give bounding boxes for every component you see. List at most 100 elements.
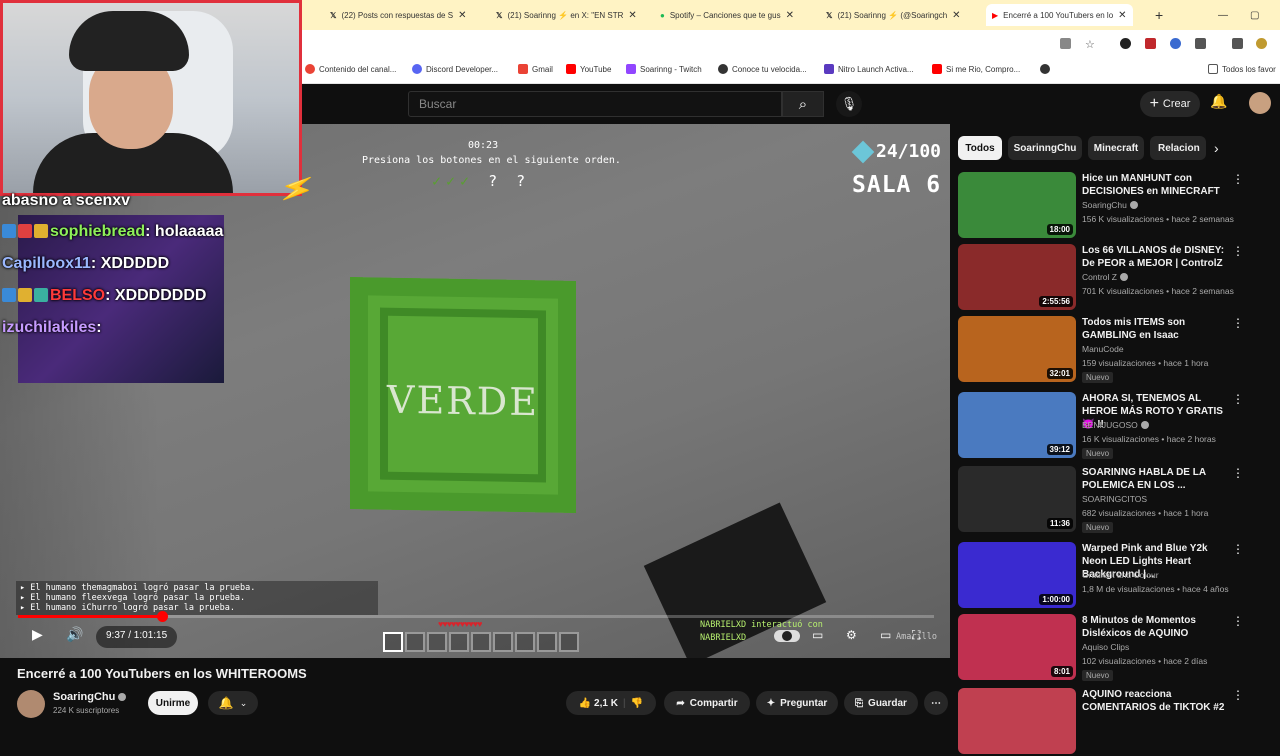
more-actions-button[interactable]: ⋯ <box>924 691 948 715</box>
browser-tab[interactable]: 𝕏 (21) Soarinng ⚡ (@Soaringch ✕ <box>826 4 961 26</box>
channel-name[interactable]: SoaringChu <box>53 691 127 703</box>
profile-icon[interactable] <box>1256 38 1267 49</box>
bookmark[interactable]: Si me Rio, Compro... <box>932 64 1020 74</box>
more-options-icon[interactable]: ⋮ <box>1232 244 1244 258</box>
recommendation-title[interactable]: SOARINNG HABLA DE LA POLEMICA EN LOS ... <box>1082 466 1232 492</box>
extension-icon[interactable] <box>1170 38 1181 49</box>
video-thumbnail[interactable]: 8:01 <box>958 614 1076 680</box>
puzzle-icon[interactable] <box>1195 38 1206 49</box>
bookmark-folder[interactable]: Todos los favor <box>1208 64 1276 74</box>
more-options-icon[interactable]: ⋮ <box>1232 542 1244 556</box>
chip-channel[interactable]: SoarinngChu <box>1008 136 1082 160</box>
avatar[interactable] <box>1249 92 1271 114</box>
share-button[interactable]: ➦ Compartir <box>664 691 750 715</box>
more-options-icon[interactable]: ⋮ <box>1232 614 1244 628</box>
recommendation-channel[interactable]: SoaringChu <box>1082 200 1138 210</box>
fullscreen-icon[interactable]: ⛶ <box>912 628 920 643</box>
notifications-bell-icon[interactable]: 🔔 <box>1210 93 1227 110</box>
bookmark[interactable]: Conoce tu velocida... <box>718 64 807 74</box>
recommendation-item[interactable]: 39:12 AHORA SI, TENEMOS AL HEROE MÁS ROTO… <box>958 392 1248 460</box>
more-options-icon[interactable]: ⋮ <box>1232 688 1244 702</box>
ask-button[interactable]: ✦ Preguntar <box>756 691 838 715</box>
video-player[interactable]: 00:23 Presiona los botones en el siguien… <box>0 124 950 658</box>
recommendation-item[interactable]: 11:36 SOARINNG HABLA DE LA POLEMICA EN LO… <box>958 466 1248 534</box>
channel-avatar[interactable] <box>17 690 45 718</box>
theater-mode-icon[interactable]: ▭ <box>880 628 891 642</box>
bookmark[interactable]: Discord Developer... <box>412 64 498 74</box>
recommendation-channel[interactable]: SOARINGCITOS <box>1082 494 1147 504</box>
recommendation-title[interactable]: Hice un MANHUNT con DECISIONES en MINECR… <box>1082 172 1232 198</box>
bookmark[interactable]: Gmail <box>518 64 553 74</box>
video-thumbnail[interactable]: 11:36 <box>958 466 1076 532</box>
recommendation-item[interactable]: 32:01 Todos mis ITEMS son GAMBLING en Isa… <box>958 316 1248 384</box>
bookmark[interactable]: Nitro Launch Activa... <box>824 64 914 74</box>
new-badge: Nuevo <box>1082 522 1114 533</box>
close-tab-icon[interactable]: ✕ <box>628 10 636 21</box>
browser-tab[interactable]: 𝕏 (22) Posts con respuestas de S ✕ <box>330 4 466 26</box>
chip-related[interactable]: Relacion <box>1150 136 1206 160</box>
close-tab-icon[interactable]: ✕ <box>458 10 466 21</box>
video-thumbnail[interactable]: 1:00:00 <box>958 542 1076 608</box>
recommendation-title[interactable]: 8 Minutos de Momentos Disléxicos de AQUI… <box>1082 614 1232 640</box>
minimize-icon[interactable]: — <box>1218 4 1228 26</box>
recommendation-item[interactable]: 1:00:00 Warped Pink and Blue Y2k Neon LED… <box>958 542 1248 610</box>
extension-icon[interactable] <box>1145 38 1156 49</box>
more-options-icon[interactable]: ⋮ <box>1232 172 1244 186</box>
recommendation-title[interactable]: AQUINO reacciona COMENTARIOS de TIKTOK #… <box>1082 688 1232 714</box>
chip-todos[interactable]: Todos <box>958 136 1002 160</box>
play-button[interactable]: ▶ <box>32 626 43 643</box>
video-thumbnail[interactable]: 2:55:56 <box>958 244 1076 310</box>
browser-tab[interactable]: ● Spotify – Canciones que te gus ✕ <box>660 4 794 26</box>
recommendation-title[interactable]: Los 66 VILLANOS de DISNEY: De PEOR a MEJ… <box>1082 244 1232 270</box>
recommendation-title[interactable]: Todos mis ITEMS son GAMBLING en Isaac <box>1082 316 1232 342</box>
more-options-icon[interactable]: ⋮ <box>1232 466 1244 480</box>
new-tab-icon[interactable]: + <box>1155 4 1163 26</box>
star-icon[interactable]: ☆ <box>1085 38 1096 51</box>
volume-button[interactable]: 🔊 <box>66 626 83 643</box>
settings-icon[interactable]: ⚙ <box>846 628 857 642</box>
browser-tab-active[interactable]: ▶ Encerré a 100 YouTubers en lo ✕ <box>986 4 1133 26</box>
chip-minecraft[interactable]: Minecraft <box>1088 136 1144 160</box>
dislike-button[interactable]: 👎 <box>631 698 643 709</box>
voice-search-button[interactable]: 🎙 <box>836 91 862 117</box>
browser-tab[interactable]: 𝕏 (21) Soarinng ⚡ en X: "EN STR ✕ <box>496 4 637 26</box>
video-thumbnail[interactable]: 18:00 <box>958 172 1076 238</box>
notification-button[interactable]: 🔔 ⌄ <box>208 691 258 715</box>
progress-scrubber[interactable] <box>156 611 168 622</box>
bookmark[interactable]: Soarinng - Twitch <box>626 64 702 74</box>
recommendation-item[interactable]: 8:01 8 Minutos de Momentos Disléxicos de … <box>958 614 1248 682</box>
recommendation-channel[interactable]: Aquiso Clips <box>1082 642 1129 652</box>
recommendation-item[interactable]: AQUINO reacciona COMENTARIOS de TIKTOK #… <box>958 688 1248 756</box>
chevron-right-icon[interactable]: › <box>1214 140 1219 156</box>
health-hearts: ♥♥♥♥♥♥♥♥♥♥ <box>438 619 482 629</box>
video-thumbnail[interactable]: 39:12 <box>958 392 1076 458</box>
recommendation-channel[interactable]: Gradient and Colour <box>1082 570 1159 580</box>
recommendation-channel[interactable]: ManuCode <box>1082 344 1124 354</box>
more-options-icon[interactable]: ⋮ <box>1232 316 1244 330</box>
video-thumbnail[interactable] <box>958 688 1076 754</box>
maximize-icon[interactable]: ▢ <box>1250 4 1259 26</box>
search-input[interactable]: Buscar <box>408 91 782 117</box>
recommendation-channel[interactable]: BENIJUGOSO <box>1082 420 1149 430</box>
close-tab-icon[interactable]: ✕ <box>952 10 960 21</box>
recommendation-item[interactable]: 2:55:56 Los 66 VILLANOS de DISNEY: De PEO… <box>958 244 1248 312</box>
autoplay-toggle[interactable] <box>774 630 800 642</box>
install-icon[interactable] <box>1060 38 1071 49</box>
join-button[interactable]: Unirme <box>148 691 198 715</box>
create-button[interactable]: + Crear <box>1140 91 1200 117</box>
more-options-icon[interactable]: ⋮ <box>1232 392 1244 406</box>
extension-icon[interactable] <box>1120 38 1131 49</box>
bookmark[interactable] <box>1040 64 1050 74</box>
subtitles-icon[interactable]: ▭ <box>812 628 823 642</box>
bookmark[interactable]: Contenido del canal... <box>305 64 396 74</box>
like-button[interactable]: 👍 2,1 K <box>579 698 618 709</box>
close-tab-icon[interactable]: ✕ <box>1118 10 1126 21</box>
media-icon[interactable] <box>1232 38 1243 49</box>
recommendation-item[interactable]: 18:00 Hice un MANHUNT con DECISIONES en M… <box>958 172 1248 240</box>
close-tab-icon[interactable]: ✕ <box>786 10 794 21</box>
search-button[interactable]: ⌕ <box>782 91 824 117</box>
save-button[interactable]: ⎘ Guardar <box>844 691 918 715</box>
video-thumbnail[interactable]: 32:01 <box>958 316 1076 382</box>
recommendation-channel[interactable]: Control Z <box>1082 272 1128 282</box>
bookmark[interactable]: YouTube <box>566 64 611 74</box>
